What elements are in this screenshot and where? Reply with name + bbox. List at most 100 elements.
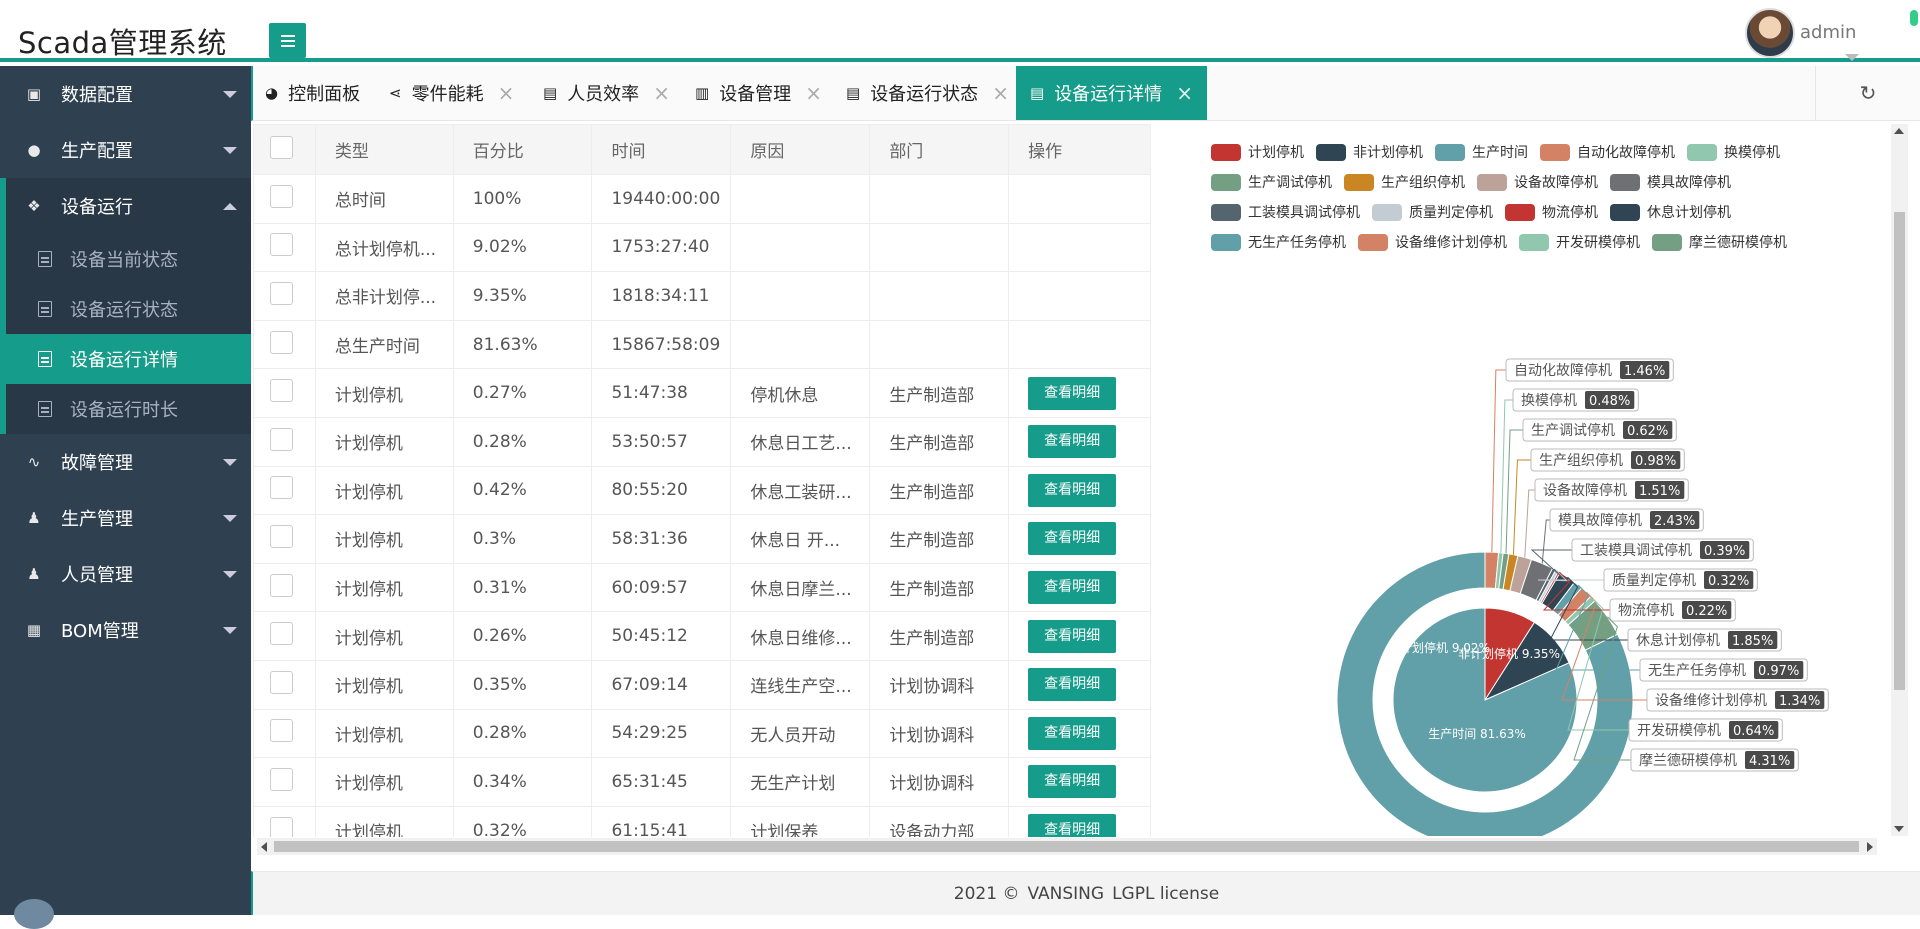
sidebar-item-data-config[interactable]: ▣ 数据配置	[0, 66, 251, 122]
scroll-down-icon[interactable]	[1894, 826, 1904, 832]
row-checkbox[interactable]	[270, 379, 293, 403]
table-row[interactable]: 总计划停机... 9.02% 1753:27:40	[253, 222, 1151, 273]
side-toggle-icon[interactable]	[1910, 10, 1918, 26]
view-detail-button[interactable]: 查看明细	[1028, 571, 1117, 605]
scrollbar-thumb[interactable]	[274, 841, 1859, 852]
table-row[interactable]: 计划停机 0.32% 61:15:41 计划保养 设备动力部 查看明细	[253, 805, 1151, 837]
tab-dashboard[interactable]: ◕ 控制面板	[265, 66, 360, 120]
column-header[interactable]: 操作	[1008, 124, 1151, 175]
row-select-cell[interactable]	[253, 611, 316, 661]
table-row[interactable]: 计划停机 0.28% 53:50:57 休息日工艺... 生产制造部 查看明细	[253, 416, 1151, 467]
menu-toggle-button[interactable]	[269, 23, 306, 58]
row-select-cell[interactable]	[253, 465, 316, 516]
row-select-cell[interactable]	[253, 562, 316, 613]
column-header[interactable]: 百分比	[452, 124, 593, 175]
row-select-cell[interactable]	[253, 222, 316, 273]
row-select-cell[interactable]	[253, 708, 316, 759]
row-checkbox[interactable]	[270, 767, 293, 791]
table-row[interactable]: 计划停机 0.42% 80:55:20 休息工装研... 生产制造部 查看明细	[253, 465, 1151, 516]
view-detail-button[interactable]: 查看明细	[1028, 473, 1117, 507]
vertical-scrollbar[interactable]	[1891, 124, 1908, 836]
row-checkbox[interactable]	[270, 184, 293, 208]
refresh-button[interactable]: ↻	[1815, 66, 1920, 120]
action-cell: 查看明细	[1008, 611, 1151, 661]
view-detail-button[interactable]: 查看明细	[1028, 425, 1117, 459]
row-checkbox[interactable]	[270, 427, 293, 451]
row-checkbox[interactable]	[270, 281, 293, 305]
sidebar: ▣ 数据配置 ● 生产配置 ❖ 设备运行 设备当前状态 设备运行状态 设备运行详…	[0, 66, 251, 929]
scroll-right-icon[interactable]	[1867, 842, 1873, 852]
table-row[interactable]: 计划停机 0.27% 51:47:38 停机休息 生产制造部 查看明细	[253, 368, 1151, 418]
row-checkbox[interactable]	[270, 330, 293, 354]
table-row[interactable]: 总非计划停... 9.35% 1818:34:11	[253, 271, 1151, 321]
sidebar-item-production-management[interactable]: ♟ 生产管理	[0, 490, 251, 546]
sidebar-subitem-run-duration[interactable]: 设备运行时长	[6, 384, 251, 434]
column-header[interactable]: 原因	[730, 124, 871, 175]
row-checkbox[interactable]	[270, 233, 293, 257]
sidebar-subitem-run-status[interactable]: 设备运行状态	[6, 284, 251, 334]
column-header[interactable]: 时间	[591, 124, 732, 175]
row-checkbox[interactable]	[270, 573, 293, 597]
row-select-cell[interactable]	[253, 514, 316, 564]
column-header[interactable]: 部门	[869, 124, 1010, 175]
select-all-header[interactable]	[253, 124, 316, 175]
tab-equipment-run-status[interactable]: ▤ 设备运行状态 ×	[846, 66, 1009, 120]
row-checkbox[interactable]	[270, 524, 293, 548]
table-row[interactable]: 计划停机 0.3% 58:31:36 休息日 开... 生产制造部 查看明细	[253, 514, 1151, 564]
tab-equipment-run-detail[interactable]: ▤ 设备运行详情 ×	[1016, 66, 1207, 120]
sidebar-item-equipment-run[interactable]: ❖ 设备运行	[0, 178, 251, 234]
user-name[interactable]: admin	[1800, 22, 1856, 43]
scroll-up-icon[interactable]	[1894, 128, 1904, 134]
close-icon[interactable]: ×	[1176, 81, 1193, 105]
row-select-cell[interactable]	[253, 416, 316, 467]
scroll-left-icon[interactable]	[261, 842, 267, 852]
row-checkbox[interactable]	[270, 719, 293, 743]
row-checkbox[interactable]	[270, 622, 293, 646]
row-select-cell[interactable]	[253, 757, 316, 807]
view-detail-button[interactable]: 查看明细	[1028, 522, 1117, 556]
view-detail-button[interactable]: 查看明细	[1028, 668, 1117, 702]
close-icon[interactable]: ×	[653, 81, 670, 105]
row-checkbox[interactable]	[270, 670, 293, 694]
row-select-cell[interactable]	[253, 319, 316, 370]
sidebar-item-fault-management[interactable]: ∿ 故障管理	[0, 434, 251, 490]
row-select-cell[interactable]	[253, 174, 316, 224]
caret-down-icon[interactable]	[1845, 54, 1859, 61]
table-row[interactable]: 计划停机 0.31% 60:09:57 休息日摩兰... 生产制造部 查看明细	[253, 562, 1151, 613]
column-header[interactable]: 类型	[314, 124, 454, 175]
view-detail-button[interactable]: 查看明细	[1028, 716, 1117, 750]
view-detail-button[interactable]: 查看明细	[1028, 619, 1117, 653]
row-select-cell[interactable]	[253, 659, 316, 710]
clipboard-icon: ▤	[543, 84, 558, 102]
row-checkbox[interactable]	[270, 476, 293, 500]
horizontal-scrollbar[interactable]	[257, 838, 1877, 855]
table-row[interactable]: 总时间 100% 19440:00:00	[253, 174, 1151, 224]
row-select-cell[interactable]	[253, 271, 316, 321]
sidebar-subitem-label: 设备当前状态	[70, 250, 178, 271]
tab-equipment-management[interactable]: ▥ 设备管理 ×	[695, 66, 822, 120]
table-row[interactable]: 计划停机 0.26% 50:45:12 休息日维修... 生产制造部 查看明细	[253, 611, 1151, 661]
tab-staff-efficiency[interactable]: ▤ 人员效率 ×	[543, 66, 670, 120]
sidebar-item-production-config[interactable]: ● 生产配置	[0, 122, 251, 178]
view-detail-button[interactable]: 查看明细	[1028, 814, 1117, 837]
table-row[interactable]: 计划停机 0.34% 65:31:45 无生产计划 计划协调科 查看明细	[253, 757, 1151, 807]
row-select-cell[interactable]	[253, 368, 316, 418]
close-icon[interactable]: ×	[498, 81, 515, 105]
tab-part-energy[interactable]: ⋖ 零件能耗 ×	[389, 66, 514, 120]
sidebar-item-bom-management[interactable]: ▦ BOM管理	[0, 602, 251, 658]
scrollbar-thumb[interactable]	[1894, 212, 1905, 690]
close-icon[interactable]: ×	[992, 81, 1009, 105]
row-checkbox[interactable]	[270, 816, 293, 837]
sidebar-subitem-run-detail[interactable]: 设备运行详情	[6, 334, 251, 384]
row-select-cell[interactable]	[253, 805, 316, 837]
sidebar-subitem-current-status[interactable]: 设备当前状态	[6, 234, 251, 284]
select-all-checkbox[interactable]	[270, 135, 293, 159]
close-icon[interactable]: ×	[805, 81, 822, 105]
view-detail-button[interactable]: 查看明细	[1028, 376, 1117, 410]
table-row[interactable]: 计划停机 0.35% 67:09:14 连线生产空... 计划协调科 查看明细	[253, 659, 1151, 710]
view-detail-button[interactable]: 查看明细	[1028, 765, 1117, 799]
sidebar-item-personnel-management[interactable]: ♟ 人员管理	[0, 546, 251, 602]
table-row[interactable]: 总生产时间 81.63% 15867:58:09	[253, 319, 1151, 370]
user-avatar[interactable]	[1745, 8, 1795, 58]
table-row[interactable]: 计划停机 0.28% 54:29:25 无人员开动 计划协调科 查看明细	[253, 708, 1151, 759]
